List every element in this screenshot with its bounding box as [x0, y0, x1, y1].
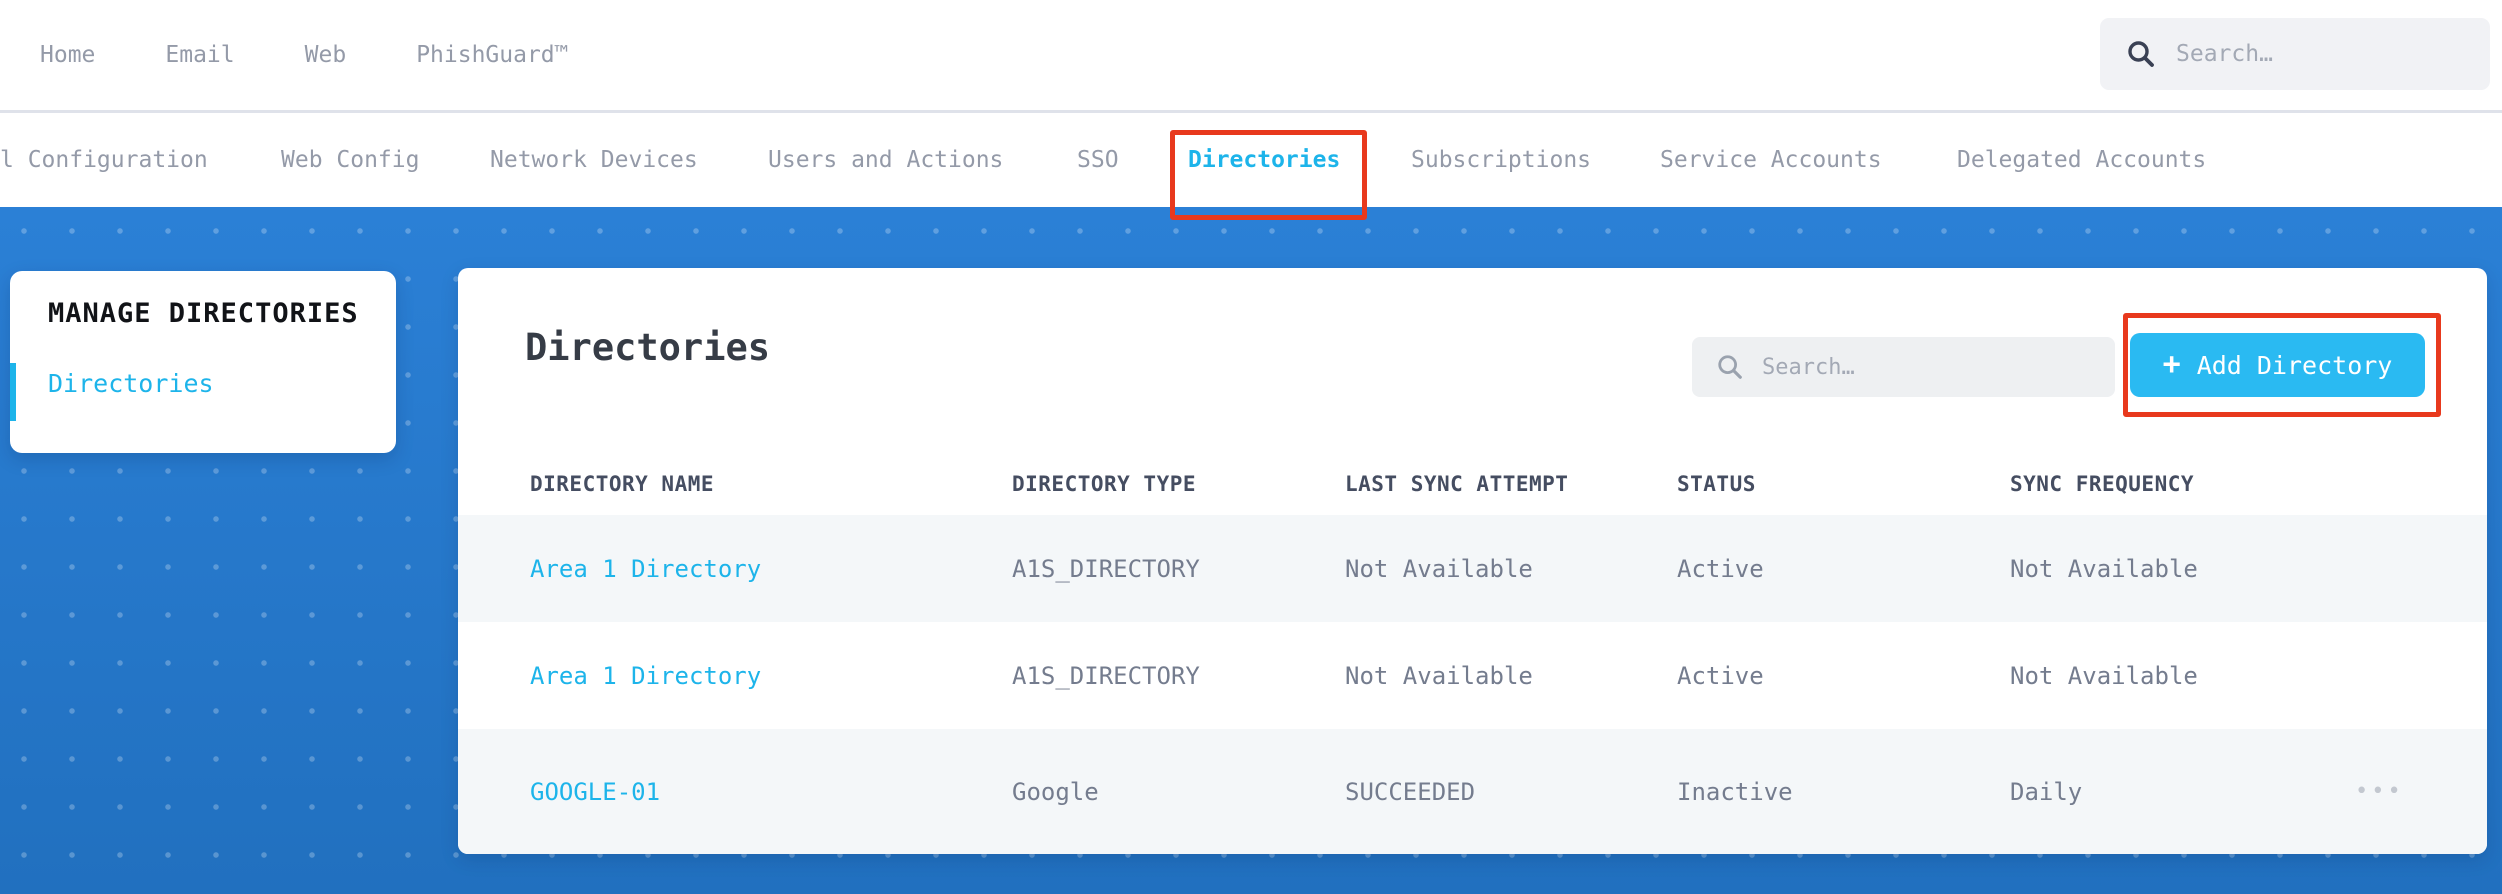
last-sync-value: SUCCEEDED [1345, 777, 1476, 806]
sidebar-heading: MANAGE DIRECTORIES [48, 298, 359, 329]
nav-item-email[interactable]: Email [165, 42, 234, 68]
table-header-row: DIRECTORY NAME DIRECTORY TYPE LAST SYNC … [458, 453, 2487, 515]
col-status: STATUS [1677, 472, 1756, 496]
tab-network-devices[interactable]: Network Devices [490, 113, 698, 207]
directory-type-value: Google [1012, 777, 1099, 806]
nav-item-phishguard[interactable]: PhishGuard™ [416, 42, 568, 68]
tab-subscriptions[interactable]: Subscriptions [1411, 113, 1591, 207]
nav-item-home[interactable]: Home [40, 42, 95, 68]
col-directory-type: DIRECTORY TYPE [1012, 472, 1197, 496]
sync-frequency-value: Not Available [2010, 554, 2198, 583]
annotation-box-directories-tab [1170, 130, 1367, 220]
nav-item-web[interactable]: Web [305, 42, 347, 68]
status-value: Active [1677, 554, 1764, 583]
page-title: Directories [525, 326, 771, 369]
status-value: Inactive [1677, 777, 1793, 806]
top-navigation: Home Email Web PhishGuard™ [0, 0, 2502, 110]
app-window: Home Email Web PhishGuard™ l Configurati… [0, 0, 2502, 894]
last-sync-value: Not Available [1345, 554, 1533, 583]
tab-delegated-accounts[interactable]: Delegated Accounts [1957, 113, 2206, 207]
annotation-box-add-directory [2123, 313, 2441, 417]
tab-sso[interactable]: SSO [1077, 113, 1119, 207]
tab-service-accounts[interactable]: Service Accounts [1660, 113, 1882, 207]
top-nav-items: Home Email Web PhishGuard™ [0, 42, 569, 68]
sync-frequency-value: Daily [2010, 777, 2083, 806]
tab-users-and-actions[interactable]: Users and Actions [768, 113, 1003, 207]
manage-directories-card: MANAGE DIRECTORIES Directories [10, 271, 396, 453]
directories-search-input[interactable] [1762, 354, 2062, 380]
table-row: GOOGLE-01 Google SUCCEEDED Inactive Dail… [458, 729, 2487, 854]
directory-name-link[interactable]: Area 1 Directory [530, 555, 1012, 583]
status-value: Active [1677, 661, 1764, 690]
directory-type-value: A1S_DIRECTORY [1012, 554, 1200, 583]
sidebar-item-directories[interactable]: Directories [48, 369, 214, 398]
search-icon [1716, 353, 1744, 381]
row-menu-ellipsis-icon[interactable]: ••• [2355, 779, 2487, 804]
tab-email-configuration[interactable]: l Configuration [0, 113, 208, 207]
table-row: Area 1 Directory A1S_DIRECTORY Not Avail… [458, 515, 2487, 622]
col-directory-name: DIRECTORY NAME [530, 472, 715, 496]
sidebar-active-indicator [10, 363, 16, 421]
directory-name-link[interactable]: GOOGLE-01 [530, 778, 1012, 806]
directory-name-link[interactable]: Area 1 Directory [530, 662, 1012, 690]
last-sync-value: Not Available [1345, 661, 1533, 690]
col-sync-frequency: SYNC FREQUENCY [2010, 472, 2195, 496]
global-search-box[interactable] [2100, 18, 2490, 90]
search-icon [2126, 39, 2156, 69]
col-last-sync-attempt: LAST SYNC ATTEMPT [1345, 472, 1569, 496]
directory-type-value: A1S_DIRECTORY [1012, 661, 1200, 690]
directories-search-box[interactable] [1692, 337, 2115, 397]
global-search-input[interactable] [2176, 41, 2456, 67]
tab-web-config[interactable]: Web Config [281, 113, 419, 207]
table-row: Area 1 Directory A1S_DIRECTORY Not Avail… [458, 622, 2487, 729]
sync-frequency-value: Not Available [2010, 661, 2198, 690]
